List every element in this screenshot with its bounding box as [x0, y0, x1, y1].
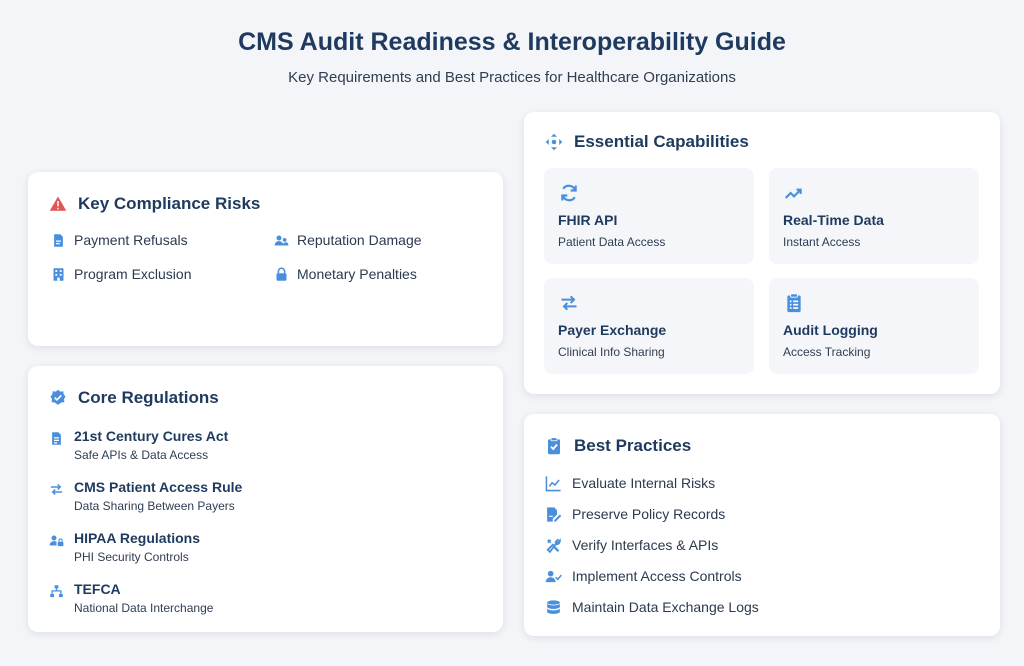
practice-item: Implement Access Controls	[544, 567, 742, 585]
practice-item: Preserve Policy Records	[544, 505, 725, 523]
user-check-icon	[544, 567, 562, 585]
exchange-arrows-icon	[558, 292, 580, 314]
building-icon	[50, 266, 66, 282]
practice-label: Evaluate Internal Risks	[572, 475, 716, 491]
essential-capabilities-header: Essential Capabilities	[544, 132, 749, 152]
regulation-subtitle: Safe APIs & Data Access	[74, 448, 209, 462]
regulation-item: 21st Century Cures Act Safe APIs & Data …	[48, 428, 228, 462]
exchange-arrows-icon	[48, 481, 64, 497]
regulation-title: TEFCA	[74, 581, 121, 597]
regulation-subtitle: National Data Interchange	[74, 601, 214, 615]
file-invoice-icon	[50, 232, 66, 248]
core-regulations-title: Core Regulations	[78, 388, 219, 407]
chart-line-icon	[544, 474, 562, 492]
risk-label: Monetary Penalties	[297, 266, 417, 282]
risk-item-program-exclusion: Program Exclusion	[50, 266, 192, 282]
users-icon	[273, 232, 289, 248]
capability-title: Audit Logging	[783, 322, 878, 338]
essential-capabilities-card: Essential Capabilities FHIR API Patient …	[524, 112, 1000, 394]
practice-label: Preserve Policy Records	[572, 506, 726, 522]
risk-label: Reputation Damage	[297, 232, 422, 248]
capability-subtitle: Instant Access	[783, 235, 861, 249]
practice-item: Verify Interfaces & APIs	[544, 536, 718, 554]
practice-label: Implement Access Controls	[572, 568, 742, 584]
page-subtitle: Key Requirements and Best Practices for …	[288, 69, 736, 86]
core-regulations-header: Core Regulations	[48, 388, 219, 408]
sync-icon	[558, 182, 580, 204]
essential-capabilities-title: Essential Capabilities	[574, 132, 749, 151]
risk-label: Program Exclusion	[74, 266, 192, 282]
best-practices-header: Best Practices	[544, 436, 691, 456]
network-icon	[48, 583, 64, 599]
capability-tile-real-time-data: Real-Time Data Instant Access	[769, 168, 979, 264]
capability-subtitle: Clinical Info Sharing	[558, 345, 665, 359]
capability-tile-audit-logging: Audit Logging Access Tracking	[769, 278, 979, 374]
best-practices-card: Best Practices Evaluate Internal Risks P…	[524, 414, 1000, 636]
capability-subtitle: Access Tracking	[783, 345, 871, 359]
tools-icon	[544, 536, 562, 554]
regulation-item: CMS Patient Access Rule Data Sharing Bet…	[48, 479, 242, 513]
clipboard-check-icon	[544, 436, 564, 456]
clipboard-list-icon	[783, 292, 805, 314]
database-icon	[544, 598, 562, 616]
warning-icon	[48, 194, 68, 214]
capability-tile-payer-exchange: Payer Exchange Clinical Info Sharing	[544, 278, 754, 374]
practice-item: Maintain Data Exchange Logs	[544, 598, 759, 616]
regulation-item: TEFCA National Data Interchange	[48, 581, 213, 615]
document-icon	[48, 430, 64, 446]
regulation-title: 21st Century Cures Act	[74, 428, 229, 444]
verified-badge-icon	[48, 388, 68, 408]
compliance-risks-card: Key Compliance Risks Payment Refusals Re…	[28, 172, 503, 346]
practice-item: Evaluate Internal Risks	[544, 474, 715, 492]
compliance-risks-header: Key Compliance Risks	[48, 194, 260, 214]
regulation-title: HIPAA Regulations	[74, 530, 201, 546]
risk-item-monetary-penalties: Monetary Penalties	[273, 266, 417, 282]
arrows-move-icon	[544, 132, 564, 152]
practice-label: Verify Interfaces & APIs	[572, 537, 719, 553]
best-practices-title: Best Practices	[574, 436, 692, 455]
risk-item-payment-refusals: Payment Refusals	[50, 232, 188, 248]
lock-icon	[273, 266, 289, 282]
core-regulations-card: Core Regulations 21st Century Cures Act …	[28, 366, 503, 632]
page-title: CMS Audit Readiness & Interoperability G…	[238, 28, 786, 56]
capability-title: Real-Time Data	[783, 212, 884, 228]
regulation-subtitle: PHI Security Controls	[74, 550, 189, 564]
capability-subtitle: Patient Data Access	[558, 235, 666, 249]
regulation-item: HIPAA Regulations PHI Security Controls	[48, 530, 200, 564]
risk-label: Payment Refusals	[74, 232, 188, 248]
capability-title: Payer Exchange	[558, 322, 667, 338]
capability-tile-fhir-api: FHIR API Patient Data Access	[544, 168, 754, 264]
regulation-title: CMS Patient Access Rule	[74, 479, 243, 495]
compliance-risks-title: Key Compliance Risks	[78, 194, 261, 213]
user-lock-icon	[48, 532, 64, 548]
risk-item-reputation-damage: Reputation Damage	[273, 232, 422, 248]
trend-line-icon	[783, 182, 805, 204]
regulation-subtitle: Data Sharing Between Payers	[74, 499, 235, 513]
file-signature-icon	[544, 505, 562, 523]
practice-label: Maintain Data Exchange Logs	[572, 599, 759, 615]
capability-title: FHIR API	[558, 212, 618, 228]
